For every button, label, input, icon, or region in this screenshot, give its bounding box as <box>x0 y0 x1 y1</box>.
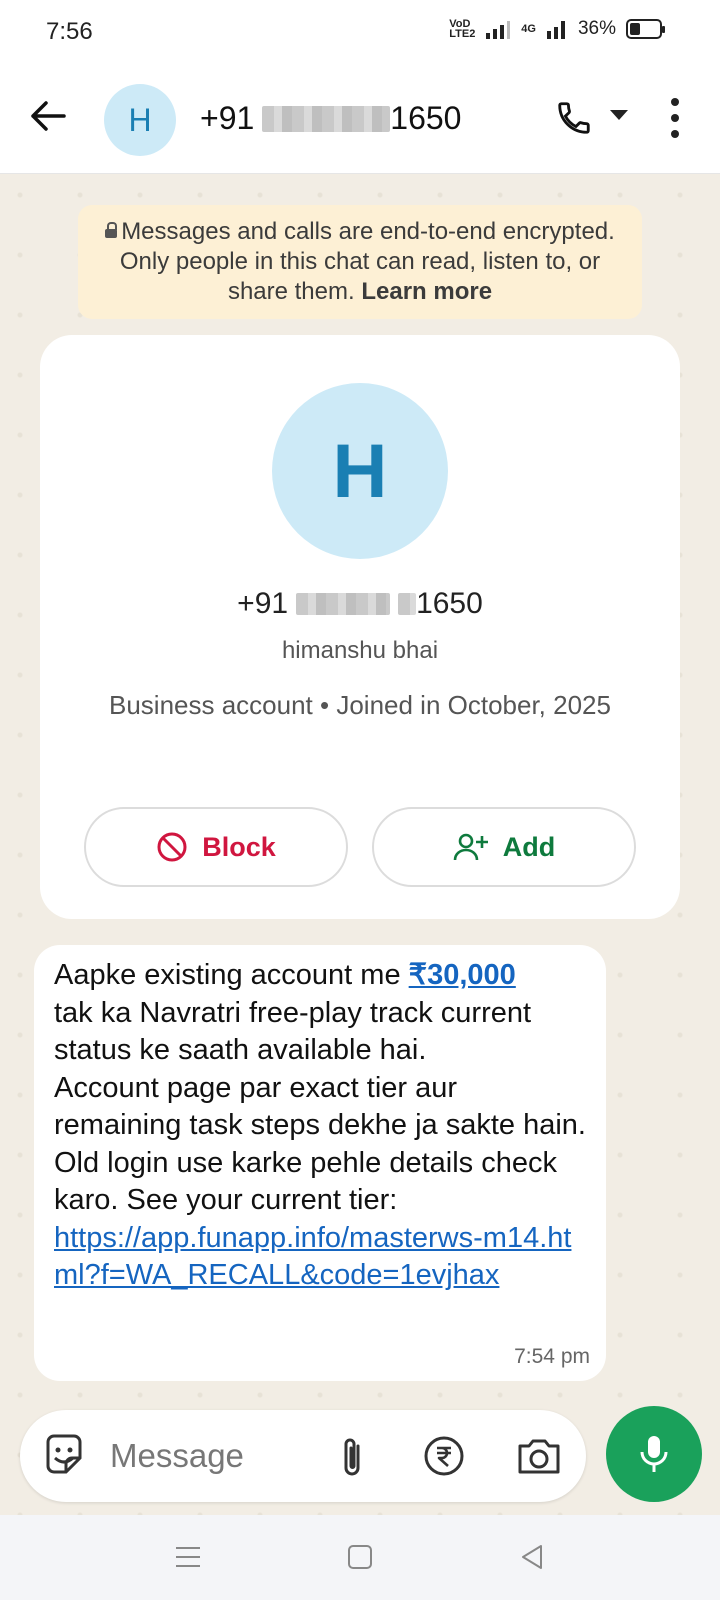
contact-name: himanshu bhai <box>281 637 439 664</box>
camera-icon[interactable] <box>516 1434 562 1478</box>
more-options-button[interactable] <box>660 98 690 138</box>
phone-prefix: +91 <box>237 587 289 620</box>
triangle-back-icon <box>522 1545 542 1569</box>
chat-area[interactable]: Messages and calls are end-to-end encryp… <box>0 175 720 1515</box>
arrow-left-icon <box>31 101 66 131</box>
block-label: Block <box>202 831 276 862</box>
message-input[interactable] <box>110 1432 320 1480</box>
home-button[interactable] <box>340 1537 380 1577</box>
paperclip-icon[interactable] <box>330 1432 370 1480</box>
redacted-number <box>398 593 417 615</box>
volte-indicator: VoD LTE2 <box>449 18 476 40</box>
add-person-icon <box>453 833 488 861</box>
sticker-icon[interactable] <box>42 1434 86 1478</box>
contact-large-avatar: H <box>272 383 448 559</box>
add-label: Add <box>502 831 556 862</box>
contact-info-card: H +91 1650 himanshu bhai Business accoun… <box>40 335 680 919</box>
call-button[interactable] <box>552 96 596 140</box>
call-dropdown-icon[interactable] <box>610 110 628 120</box>
rupee-icon[interactable] <box>422 1434 466 1478</box>
message-url-link[interactable]: https://app.funapp.info/masterws-m14.htm… <box>54 1222 571 1292</box>
encryption-notice[interactable]: Messages and calls are end-to-end encryp… <box>78 205 642 319</box>
incoming-message[interactable]: Aapke existing account me ₹30,000 tak ka… <box>34 945 606 1381</box>
system-nav-bar <box>0 1515 720 1600</box>
status-bar: 7:56 VoD LTE2 4G 36% <box>0 0 720 62</box>
phone-suffix: 1650 <box>390 100 462 136</box>
phone-prefix: +91 <box>200 100 255 136</box>
voice-message-button[interactable] <box>606 1406 702 1502</box>
lock-icon <box>105 222 118 239</box>
menu-lines-icon <box>176 1547 200 1567</box>
message-body: Aapke existing account me ₹30,000 tak ka… <box>54 957 586 1295</box>
back-nav-button[interactable] <box>512 1537 552 1577</box>
learn-more-link[interactable]: Learn more <box>361 278 492 305</box>
phone-suffix: 1650 <box>416 587 483 620</box>
block-icon <box>157 832 187 862</box>
signal-2-icon <box>546 21 565 39</box>
back-button[interactable] <box>24 92 72 140</box>
redacted-number <box>296 593 391 615</box>
battery-icon <box>626 19 665 39</box>
battery-percent: 36% <box>577 18 616 39</box>
message-amount-link[interactable]: ₹30,000 <box>409 959 516 991</box>
status-icons: VoD LTE2 4G 36% <box>449 18 665 40</box>
signal-icon <box>486 21 511 39</box>
chat-header: H +91 1650 <box>0 62 720 174</box>
square-icon <box>348 1545 372 1569</box>
add-contact-button[interactable]: Add <box>372 807 636 887</box>
message-text-1: Aapke existing account me <box>54 959 409 991</box>
status-time: 7:56 <box>46 18 93 45</box>
redacted-number <box>262 105 391 132</box>
contact-phone: +91 1650 <box>40 587 680 621</box>
message-timestamp: 7:54 pm <box>514 1345 590 1368</box>
mic-icon <box>640 1436 668 1472</box>
message-text-2: tak ka Navratri free-play track current … <box>54 996 586 1217</box>
contact-title[interactable]: +91 1650 <box>200 100 461 137</box>
recents-button[interactable] <box>168 1537 208 1577</box>
block-button[interactable]: Block <box>84 807 348 887</box>
phone-icon <box>558 102 590 134</box>
message-composer <box>20 1410 586 1502</box>
contact-avatar[interactable]: H <box>104 84 176 156</box>
network-type: 4G <box>521 23 536 35</box>
contact-business-info: Business account • Joined in October, 20… <box>109 690 611 720</box>
